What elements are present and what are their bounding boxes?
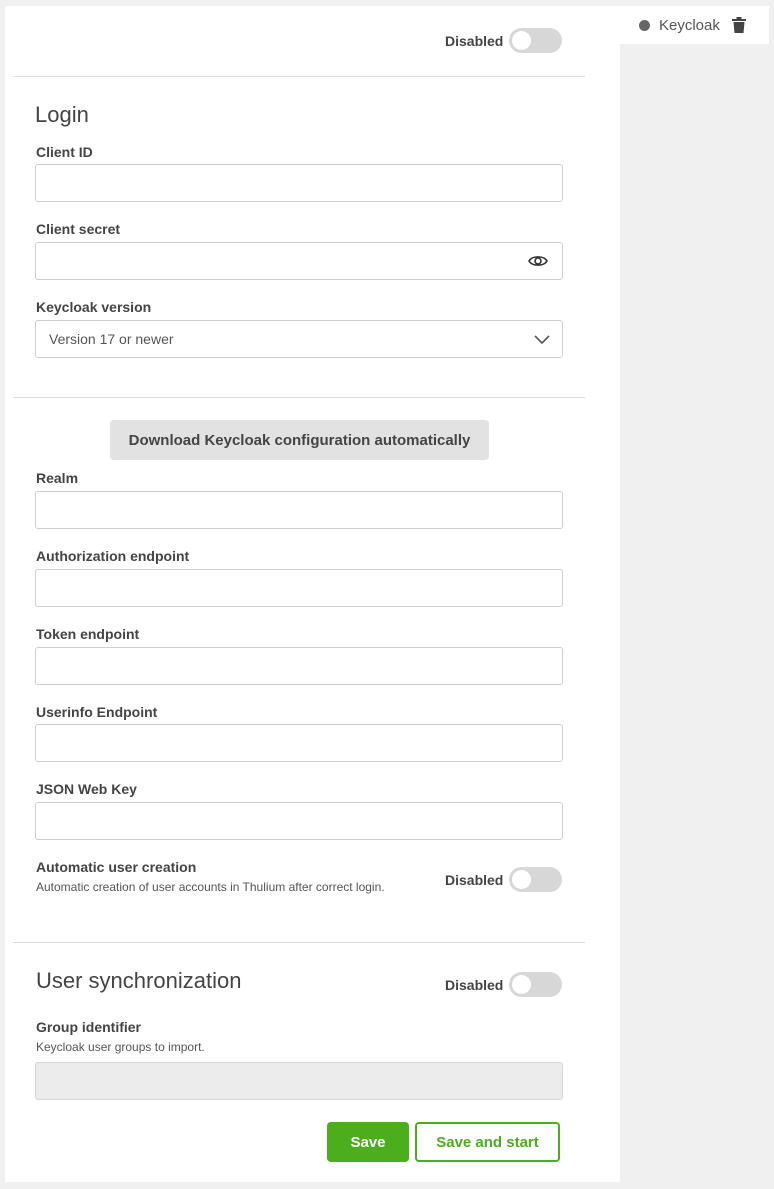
login-title: Login <box>35 102 89 127</box>
keycloak-version-label: Keycloak version <box>36 299 152 315</box>
status-toggle-group: Disabled <box>445 28 563 53</box>
chevron-down-icon <box>534 335 550 345</box>
client-id-input[interactable] <box>35 164 563 202</box>
divider <box>13 397 585 398</box>
toggle-knob <box>512 975 532 994</box>
divider <box>13 942 585 943</box>
user-sync-toggle[interactable] <box>509 972 563 997</box>
realm-input[interactable] <box>35 491 563 529</box>
status-toggle[interactable] <box>509 28 563 53</box>
side-tab-label: Keycloak <box>659 16 720 34</box>
config-panel: Disabled Login Client ID Client secret K… <box>5 6 620 1182</box>
client-secret-input[interactable] <box>35 242 563 280</box>
user-sync-title: User synchronization <box>36 968 242 993</box>
status-toggle-label: Disabled <box>445 32 504 49</box>
keycloak-version-select[interactable]: Version 17 or newer <box>35 320 563 358</box>
status-dot-icon <box>639 19 650 31</box>
group-identifier-help: Keycloak user groups to import. <box>36 1040 205 1054</box>
download-config-button[interactable]: Download Keycloak configuration automati… <box>110 420 489 460</box>
save-button[interactable]: Save <box>327 1122 409 1162</box>
trash-icon[interactable] <box>732 17 746 33</box>
auto-user-creation-label: Automatic user creation <box>36 859 197 875</box>
realm-label: Realm <box>36 470 79 486</box>
divider <box>13 76 585 77</box>
save-and-start-button[interactable]: Save and start <box>415 1122 560 1162</box>
token-endpoint-input[interactable] <box>35 647 563 685</box>
userinfo-endpoint-input[interactable] <box>35 724 563 762</box>
userinfo-endpoint-label: Userinfo Endpoint <box>36 704 158 720</box>
client-secret-label: Client secret <box>36 221 121 237</box>
user-sync-toggle-group: Disabled <box>445 972 563 997</box>
json-web-key-input[interactable] <box>35 802 563 840</box>
group-identifier-label: Group identifier <box>36 1019 141 1035</box>
toggle-knob <box>512 31 532 50</box>
auto-user-creation-help: Automatic creation of user accounts in T… <box>36 880 385 894</box>
group-identifier-input[interactable] <box>35 1062 563 1100</box>
user-sync-toggle-label: Disabled <box>445 976 504 993</box>
client-id-label: Client ID <box>36 144 93 160</box>
token-endpoint-label: Token endpoint <box>36 626 140 642</box>
eye-icon[interactable] <box>528 254 548 268</box>
side-tab-keycloak[interactable]: Keycloak <box>620 6 769 44</box>
authorization-endpoint-label: Authorization endpoint <box>36 548 190 564</box>
authorization-endpoint-input[interactable] <box>35 569 563 607</box>
toggle-knob <box>512 870 532 889</box>
keycloak-version-value: Version 17 or newer <box>49 331 174 347</box>
auto-user-creation-toggle[interactable] <box>509 867 563 892</box>
auto-user-creation-toggle-group: Disabled <box>445 867 563 892</box>
auto-user-creation-toggle-label: Disabled <box>445 871 504 888</box>
json-web-key-label: JSON Web Key <box>36 781 137 797</box>
